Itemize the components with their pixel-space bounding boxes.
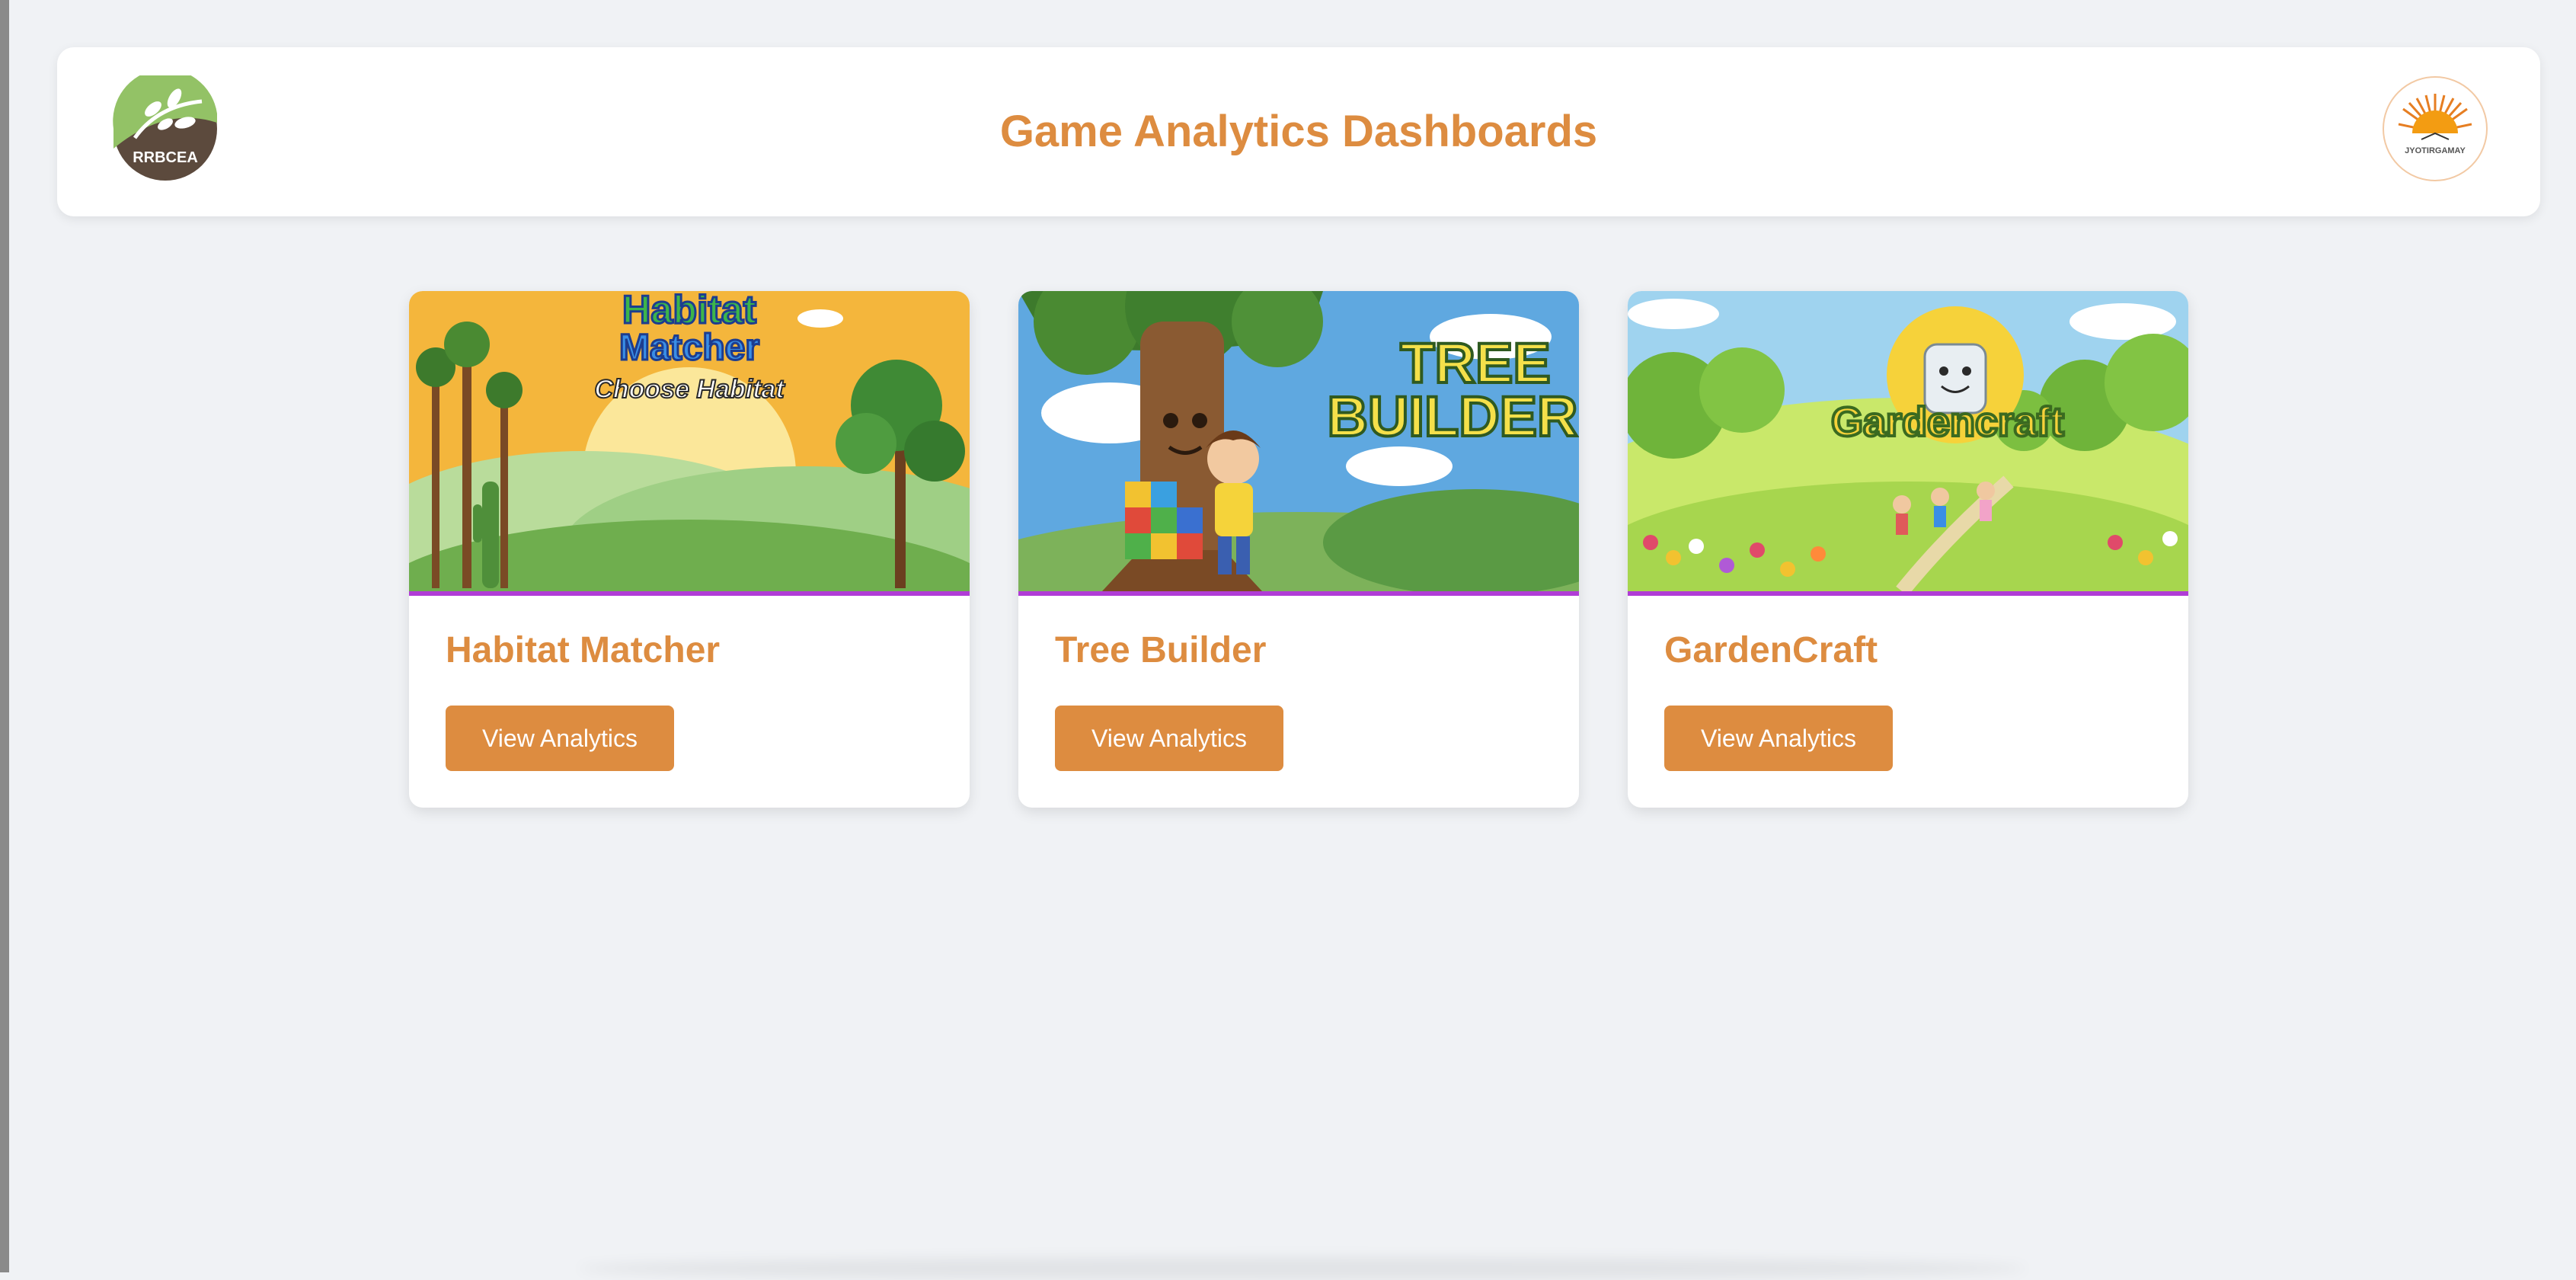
bottom-shadow bbox=[579, 1257, 2026, 1280]
window-edge bbox=[0, 0, 9, 1272]
thumbnail-divider bbox=[1018, 591, 1579, 596]
dashboard-card-grid: Habitat Matcher Choose Habitat Habitat M… bbox=[409, 291, 2191, 809]
card-title: Tree Builder bbox=[1055, 630, 1267, 670]
thumbnail-headline-1: Gardencraft bbox=[1831, 399, 2064, 445]
jyotirgamay-logo: JYOTIRGAMAY bbox=[2382, 75, 2488, 182]
view-analytics-button[interactable]: View Analytics bbox=[1055, 706, 1283, 771]
game-thumbnail: Habitat Matcher Choose Habitat bbox=[409, 291, 970, 591]
game-card-tree-builder: TREE BUILDER Tree Builder View Analytics bbox=[1018, 291, 1579, 808]
page-title: Game Analytics Dashboards bbox=[999, 107, 1598, 156]
thumbnail-headline-2: Matcher bbox=[619, 328, 759, 368]
game-card-gardencraft: Gardencraft GardenCraft View Analytics bbox=[1628, 291, 2188, 808]
game-thumbnail: Gardencraft bbox=[1628, 291, 2188, 591]
gardencraft-thumbnail-icon: Gardencraft bbox=[1628, 291, 2188, 591]
tree-builder-thumbnail-icon: TREE BUILDER bbox=[1018, 291, 1579, 591]
card-title: GardenCraft bbox=[1664, 630, 1878, 670]
thumbnail-divider bbox=[409, 591, 970, 596]
game-card-habitat-matcher: Habitat Matcher Choose Habitat Habitat M… bbox=[409, 291, 970, 808]
page-header: RRBCEA Game Analytics Dashboards JYOTIRG bbox=[57, 47, 2540, 216]
jyotirgamay-sun-logo-icon: JYOTIRGAMAY bbox=[2383, 76, 2488, 181]
card-title: Habitat Matcher bbox=[446, 630, 721, 670]
thumbnail-divider bbox=[1628, 591, 2188, 596]
view-analytics-button[interactable]: View Analytics bbox=[446, 706, 674, 771]
habitat-matcher-thumbnail-icon: Habitat Matcher Choose Habitat bbox=[409, 291, 970, 591]
jyotirgamay-logo-text: JYOTIRGAMAY bbox=[2405, 146, 2466, 155]
thumbnail-headline-1: Habitat bbox=[622, 291, 756, 332]
view-analytics-button[interactable]: View Analytics bbox=[1664, 706, 1893, 771]
thumbnail-headline-2: BUILDER bbox=[1328, 385, 1578, 448]
thumbnail-tagline: Choose Habitat bbox=[594, 375, 785, 404]
game-thumbnail: TREE BUILDER bbox=[1018, 291, 1579, 591]
